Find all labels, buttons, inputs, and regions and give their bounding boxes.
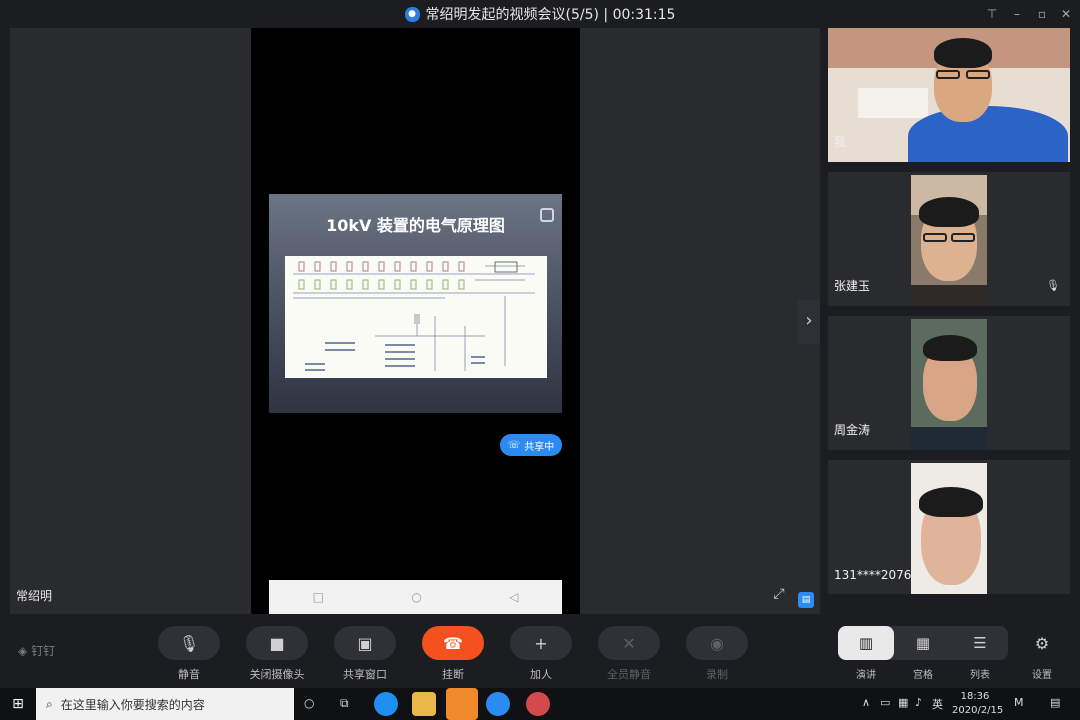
window-title: ● 常绍明发起的视频会议(5/5) | 00:31:15 bbox=[0, 0, 1080, 28]
participant-name: 张建玉 bbox=[834, 279, 871, 293]
taskbar-search-input[interactable]: ⌕ 在这里输入你要搜索的内容 bbox=[36, 688, 294, 720]
recent-apps-icon: □ bbox=[312, 590, 324, 604]
file-explorer-icon[interactable] bbox=[412, 692, 436, 716]
add-person-label: 加人 bbox=[530, 668, 552, 681]
participant-name: 周金涛 bbox=[834, 423, 871, 437]
muted-mic-icon: 🎙 bbox=[1046, 279, 1060, 292]
mute-all-label: 全员静音 bbox=[607, 668, 651, 681]
next-page-button[interactable]: › bbox=[798, 300, 820, 344]
grid-view-button[interactable]: ▦ bbox=[895, 626, 951, 660]
app-icon[interactable] bbox=[526, 692, 550, 716]
home-icon: ○ bbox=[411, 590, 422, 604]
speaker-view-label: 演讲 bbox=[856, 670, 876, 681]
camera-icon: ■ bbox=[269, 633, 285, 653]
slide-title: 10kV 装置的电气原理图 bbox=[326, 216, 505, 235]
fullscreen-icon[interactable]: ⤢ bbox=[770, 586, 788, 604]
participant-tile[interactable]: 我 bbox=[828, 28, 1070, 162]
close-icon[interactable]: ✕ bbox=[1055, 4, 1077, 24]
clock-date: 2020/2/15 bbox=[952, 705, 1004, 716]
camera-off-label: 关闭摄像头 bbox=[249, 668, 305, 681]
meeting-title: 常绍明发起的视频会议(5/5) | 00:31:15 bbox=[425, 7, 676, 23]
tray-expand-icon[interactable]: ∧ bbox=[862, 696, 870, 709]
minimize-icon[interactable]: – bbox=[1006, 4, 1028, 24]
participant-tile[interactable]: 131****2076 bbox=[828, 460, 1070, 594]
microphone-icon: 🎙 bbox=[178, 633, 200, 653]
hangup-icon: ☎ bbox=[443, 633, 463, 653]
add-person-button[interactable]: + bbox=[510, 626, 572, 660]
sharing-badge-label: 共享中 bbox=[524, 441, 555, 453]
share-window-label: 共享窗口 bbox=[343, 668, 387, 681]
dingtalk-logo-icon: ◈ bbox=[18, 644, 28, 658]
layout-switcher: ▥ ▦ ☰ bbox=[838, 626, 1008, 660]
dingtalk-brand: ◈ 钉钉 bbox=[18, 644, 56, 658]
participant-tile[interactable]: 张建玉 🎙 bbox=[828, 172, 1070, 306]
record-button[interactable]: ◉ bbox=[686, 626, 748, 660]
pin-icon[interactable]: ⊤ bbox=[981, 4, 1003, 24]
lock-icon: ● bbox=[404, 6, 420, 22]
speaker-view-icon: ▥ bbox=[858, 634, 874, 652]
phone-icon: ☏ bbox=[507, 439, 521, 451]
participant-tile[interactable]: 周金涛 bbox=[828, 316, 1070, 450]
list-view-label: 列表 bbox=[970, 670, 990, 681]
network-icon[interactable]: ▦ bbox=[898, 696, 908, 709]
record-label: 录制 bbox=[706, 668, 728, 681]
mute-all-icon: ✕ bbox=[622, 633, 636, 653]
task-view-icon[interactable]: ⧉ bbox=[340, 696, 349, 711]
circuit-diagram bbox=[285, 256, 547, 378]
volume-icon[interactable]: ♪ bbox=[915, 696, 922, 709]
ime-indicator[interactable]: 英 bbox=[932, 696, 943, 712]
add-person-icon: + bbox=[534, 633, 548, 653]
battery-icon[interactable]: ▭ bbox=[880, 696, 890, 709]
search-icon: ⌕ bbox=[46, 696, 53, 711]
grid-view-icon: ▦ bbox=[915, 634, 931, 652]
windows-start-icon[interactable]: ⊞ bbox=[0, 688, 36, 720]
hangup-label: 挂断 bbox=[442, 668, 464, 681]
speaker-view-button[interactable]: ▥ bbox=[838, 626, 894, 660]
sogou-browser-icon[interactable] bbox=[374, 692, 398, 716]
participant-name: 我 bbox=[834, 135, 847, 149]
mute-all-button[interactable]: ✕ bbox=[598, 626, 660, 660]
clock[interactable]: 18:36 2020/2/15 bbox=[952, 690, 1004, 718]
slide-logo-icon bbox=[540, 208, 554, 222]
participant-name: 131****2076 bbox=[834, 568, 912, 582]
list-view-icon: ☰ bbox=[973, 634, 987, 652]
circuit-diagram-svg bbox=[293, 261, 535, 371]
clock-time: 18:36 bbox=[960, 691, 990, 702]
presenter-name: 常绍明 bbox=[16, 589, 53, 603]
share-window-button[interactable]: ▣ bbox=[334, 626, 396, 660]
cortana-icon[interactable]: ○ bbox=[304, 696, 314, 710]
record-icon: ◉ bbox=[710, 633, 724, 653]
search-placeholder: 在这里输入你要搜索的内容 bbox=[60, 697, 205, 712]
camera-off-button[interactable]: ■ bbox=[246, 626, 308, 660]
list-view-button[interactable]: ☰ bbox=[952, 626, 1008, 660]
android-nav-bar: □ ○ ◁ bbox=[269, 580, 562, 614]
hangup-button[interactable]: ☎ bbox=[422, 626, 484, 660]
back-icon: ◁ bbox=[509, 590, 519, 604]
input-method-icon[interactable]: M bbox=[1014, 696, 1024, 709]
share-window-icon: ▣ bbox=[357, 633, 373, 653]
dingtalk-taskbar-icon[interactable] bbox=[446, 688, 478, 720]
sharing-badge[interactable]: ☏ 共享中 bbox=[500, 434, 562, 456]
slide: 10kV 装置的电气原理图 bbox=[269, 194, 562, 413]
maximize-icon[interactable]: ▫ bbox=[1031, 4, 1053, 24]
grid-view-label: 宫格 bbox=[913, 670, 933, 681]
notification-icon[interactable]: ▤ bbox=[1050, 696, 1060, 709]
settings-icon[interactable]: ⚙ bbox=[1030, 634, 1054, 658]
chat-icon[interactable]: ▤ bbox=[798, 592, 814, 608]
settings-label: 设置 bbox=[1032, 670, 1052, 681]
dingtalk-meeting-icon[interactable] bbox=[486, 692, 510, 716]
mute-button[interactable]: 🎙 bbox=[158, 626, 220, 660]
mute-label: 静音 bbox=[178, 668, 200, 681]
meeting-toolbar: ◈ 钉钉 🎙 静音 ■ 关闭摄像头 ▣ 共享窗口 ☎ 挂断 + 加人 ✕ 全员静… bbox=[0, 614, 1080, 688]
windows-taskbar: ⊞ ⌕ 在这里输入你要搜索的内容 ○ ⧉ ∧ ▭ ▦ ♪ 英 18:36 202… bbox=[0, 688, 1080, 720]
